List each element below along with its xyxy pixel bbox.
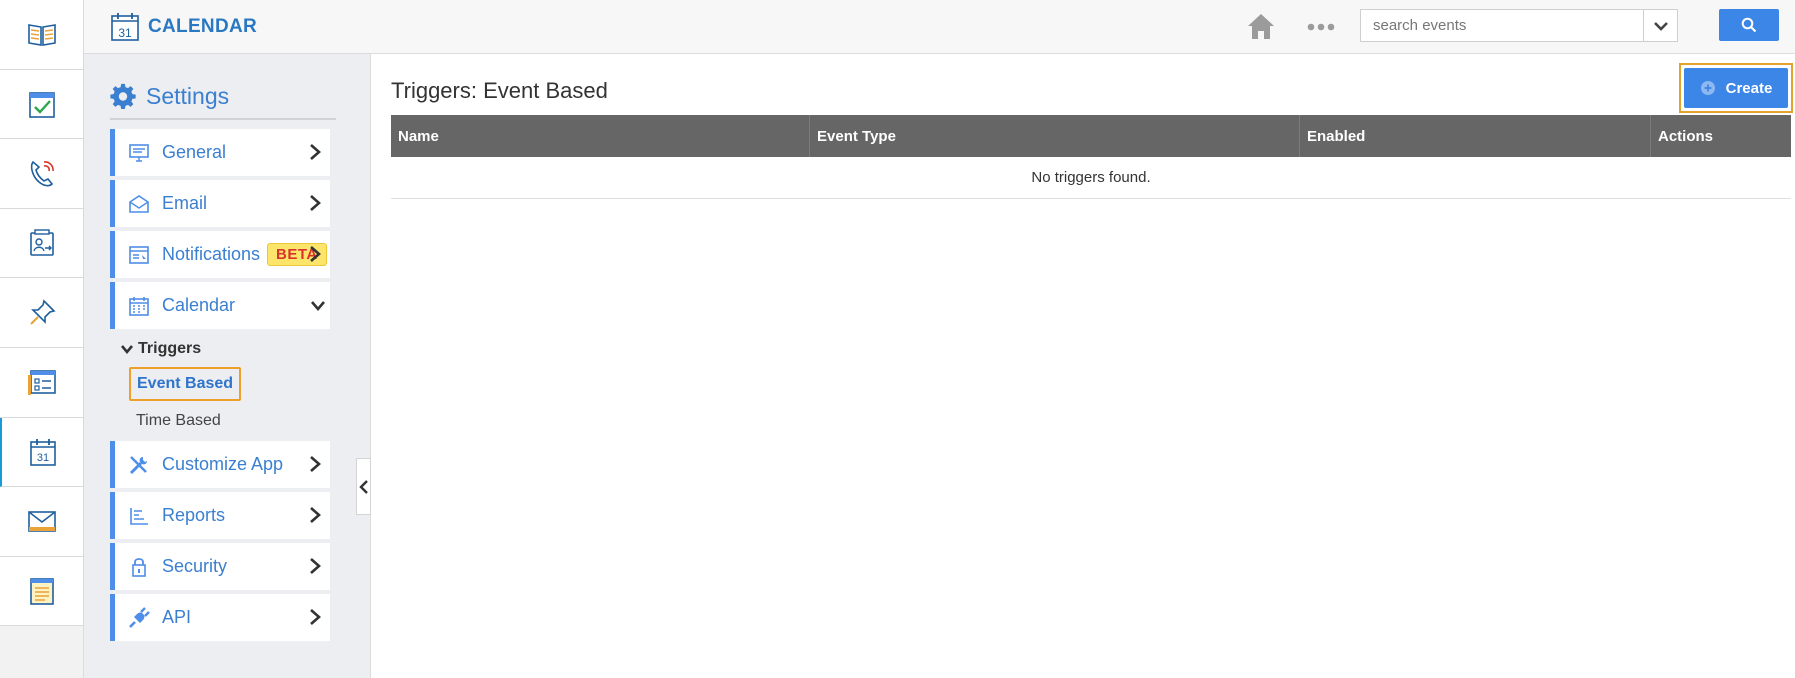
chevron-right-icon: [310, 246, 321, 262]
form-icon: [27, 370, 56, 396]
chevron-right-icon: [310, 456, 321, 472]
chevron-down-icon: [311, 301, 325, 311]
app-rail-stack: 31: [0, 0, 84, 627]
search-dropdown[interactable]: [1643, 10, 1677, 41]
sidebar-item-label: Calendar: [162, 295, 236, 315]
notes-icon: [29, 578, 54, 605]
pin-icon: [29, 299, 56, 325]
search-icon: [1741, 17, 1757, 33]
settings-sidebar: Settings General Email Notifications BET…: [84, 54, 371, 678]
rail-item-forms[interactable]: [0, 347, 84, 418]
sidebar-item-label: Email: [162, 193, 208, 213]
time-based-link[interactable]: Time Based: [136, 412, 221, 430]
empty-state-row: No triggers found.: [391, 157, 1791, 199]
create-label: Create: [1725, 79, 1773, 97]
sidebar-item-security[interactable]: Security: [110, 543, 330, 590]
calendar-31-icon: 31: [29, 438, 56, 466]
tools-icon: [127, 453, 151, 477]
column-header-event-type[interactable]: Event Type: [810, 115, 1300, 157]
checklist-icon: [28, 92, 55, 118]
search-box: [1360, 9, 1678, 42]
calendar-31-icon: 31: [111, 13, 139, 41]
lock-icon: [127, 555, 151, 579]
chevron-right-icon: [310, 558, 321, 574]
rail-item-tasks[interactable]: [0, 69, 84, 140]
plug-icon: [127, 606, 151, 630]
sidebar-item-reports[interactable]: Reports: [110, 492, 330, 539]
sidebar-item-label: Security: [162, 556, 228, 576]
settings-title: Settings: [146, 82, 230, 109]
rail-item-mail[interactable]: [0, 487, 84, 557]
chevron-down-icon: [1653, 21, 1668, 31]
sidebar-item-api[interactable]: API: [110, 594, 330, 641]
notification-icon: [127, 243, 151, 267]
plus-circle-icon: [1700, 81, 1715, 95]
chevron-right-icon: [310, 144, 321, 160]
rail-item-calendar[interactable]: 31: [0, 417, 84, 488]
brand[interactable]: 31 CALENDAR: [110, 12, 257, 42]
column-header-name[interactable]: Name: [391, 115, 810, 157]
home-icon[interactable]: [1246, 12, 1276, 40]
sidebar-item-label: Reports: [162, 505, 226, 525]
table-header: Name Event Type Enabled Actions: [391, 115, 1791, 157]
phone-icon: [30, 161, 54, 187]
sidebar-item-general[interactable]: General: [110, 129, 330, 176]
envelope-icon: [127, 192, 151, 216]
reports-icon: [127, 504, 151, 528]
sidebar-item-label: Customize App: [162, 454, 284, 474]
triggers-table: Name Event Type Enabled Actions No trigg…: [391, 115, 1791, 199]
create-button[interactable]: Create: [1684, 68, 1788, 108]
calendar-icon: [127, 294, 151, 318]
create-button-highlight: Create: [1679, 63, 1793, 113]
settings-divider: [110, 118, 336, 120]
top-header: 31 CALENDAR: [84, 0, 1795, 54]
mail-icon: [27, 511, 56, 533]
chevron-right-icon: [310, 507, 321, 523]
event-based-link[interactable]: Event Based: [129, 367, 242, 401]
sidebar-item-notifications[interactable]: Notifications BETA: [110, 231, 330, 278]
search-button[interactable]: [1719, 9, 1779, 41]
chevron-right-icon: [310, 609, 321, 625]
app-rail: 31: [0, 0, 84, 678]
triggers-group[interactable]: Triggers: [120, 340, 201, 358]
sidebar-item-email[interactable]: Email: [110, 180, 330, 227]
page-title: Triggers: Event Based: [391, 78, 608, 103]
svg-text:31: 31: [36, 452, 48, 464]
sidebar-item-label: General: [162, 142, 227, 162]
triggers-label: Triggers: [138, 340, 202, 357]
chevron-right-icon: [310, 195, 321, 211]
svg-text:31: 31: [118, 26, 132, 40]
search-input[interactable]: [1361, 10, 1643, 41]
gear-icon: [110, 83, 136, 109]
column-header-enabled[interactable]: Enabled: [1300, 115, 1651, 157]
contacts-icon: [29, 229, 54, 256]
sidebar-item-label: API: [162, 607, 192, 627]
collapse-sidebar-button[interactable]: [356, 458, 371, 515]
rail-item-calls[interactable]: [0, 139, 84, 209]
rail-item-pin[interactable]: [0, 278, 84, 348]
rail-item-contacts[interactable]: [0, 208, 84, 279]
monitor-icon: [127, 141, 151, 165]
rail-item-book[interactable]: [0, 0, 84, 70]
book-icon: [27, 24, 56, 47]
sidebar-item-customize-app[interactable]: Customize App: [110, 441, 330, 488]
more-options-icon[interactable]: [1307, 22, 1335, 32]
settings-heading: Settings: [110, 82, 229, 110]
sidebar-item-label: Notifications: [162, 244, 261, 264]
column-header-actions: Actions: [1658, 127, 1714, 145]
app-title: CALENDAR: [148, 16, 258, 37]
rail-item-notes[interactable]: [0, 556, 84, 627]
chevron-down-icon: [121, 345, 133, 355]
sidebar-item-calendar[interactable]: Calendar: [110, 282, 330, 329]
chevron-left-icon: [358, 479, 368, 494]
